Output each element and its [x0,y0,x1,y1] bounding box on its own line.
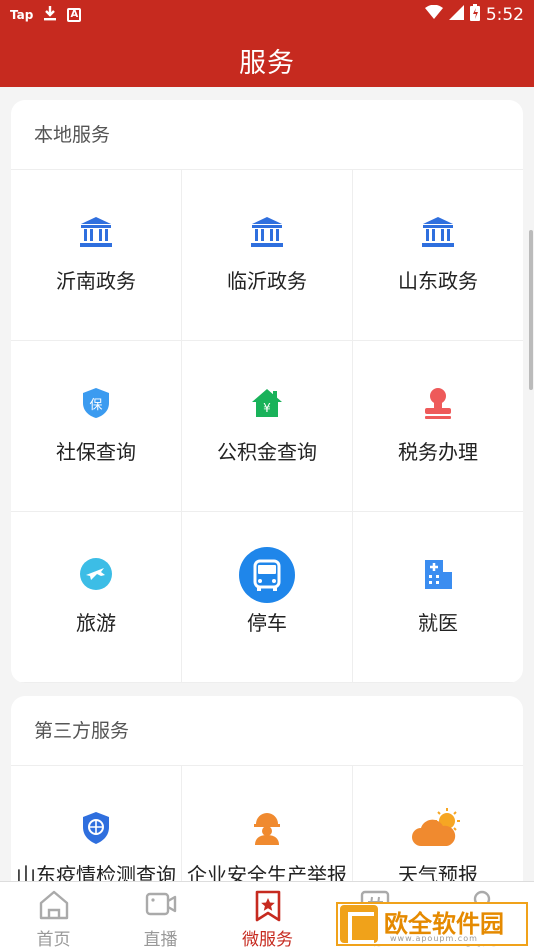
page-title: 服务 [239,48,295,79]
government-building-icon [418,212,458,252]
service-item-tax[interactable]: 税务办理 [353,341,523,512]
service-item-weather[interactable]: 天气预报 [353,766,523,896]
local-services-card: 本地服务 沂南政务 临沂政务 山东政务 保 社保查询 ¥ 公积金查询 税务办理 … [11,100,523,683]
tab-label: 直播 [143,930,178,950]
home-icon [38,890,70,924]
service-label: 社保查询 [56,440,136,464]
battery-icon [469,4,480,26]
service-item-medical[interactable]: 就医 [353,512,523,683]
safety-worker-icon [247,808,287,848]
tab-label: 首页 [36,930,71,950]
third-party-services-card: 第三方服务 山东疫情检测查询 企业安全生产举报 天气预报 [11,696,523,896]
watermark-url: www.apoupm.com [390,934,478,943]
service-item-safety-report[interactable]: 企业安全生产举报 [182,766,353,896]
download-icon [43,5,57,24]
parking-bus-icon [238,546,296,604]
tab-home[interactable]: 首页 [0,882,107,950]
svg-text:¥: ¥ [263,401,271,415]
status-bar: Tap A 5:52 [0,0,534,28]
svg-text:保: 保 [89,398,102,413]
weather-cloud-sun-icon [410,808,466,848]
social-security-shield-icon: 保 [76,383,116,423]
clock: 5:52 [485,5,524,25]
service-label: 临沂政务 [227,269,307,293]
service-label: 旅游 [76,611,116,635]
hospital-building-icon [418,554,458,594]
service-label: 山东政务 [398,269,478,293]
tap-indicator: Tap [10,7,34,22]
section-title-local-services: 本地服务 [11,100,523,170]
epidemic-check-shield-icon [76,808,116,848]
service-item-travel[interactable]: 旅游 [11,512,182,683]
service-item-housing-fund[interactable]: ¥ 公积金查询 [182,341,353,512]
service-label: 公积金查询 [217,440,317,464]
tab-label: 微服务 [242,930,293,950]
watermark: 欧全软件园 www.apoupm.com [336,902,528,946]
travel-plane-icon [76,554,116,594]
a-box-icon: A [67,7,82,22]
tab-micro-service[interactable]: 微服务 [214,882,321,950]
watermark-logo-icon [340,905,378,944]
service-label: 就医 [418,611,458,635]
service-label: 税务办理 [398,440,478,464]
housing-fund-house-icon: ¥ [247,383,287,423]
service-label: 停车 [247,611,287,635]
service-item-social-security[interactable]: 保 社保查询 [11,341,182,512]
service-item-parking[interactable]: 停车 [182,512,353,683]
video-camera-icon [145,890,177,922]
wifi-icon [424,4,443,25]
tab-live[interactable]: 直播 [107,882,214,950]
service-item-linyi-government[interactable]: 临沂政务 [182,170,353,341]
bookmark-star-icon [254,890,282,926]
service-item-epidemic-check[interactable]: 山东疫情检测查询 [11,766,182,896]
app-bar: 服务 [0,28,534,87]
tax-stamp-icon [418,383,458,423]
section-title-third-party-services: 第三方服务 [11,696,523,766]
service-item-shandong-government[interactable]: 山东政务 [353,170,523,341]
service-item-yinan-government[interactable]: 沂南政务 [11,170,182,341]
government-building-icon [76,212,116,252]
scrollbar-thumb[interactable] [529,230,533,390]
signal-icon [448,5,464,25]
government-building-icon [247,212,287,252]
service-label: 沂南政务 [56,269,136,293]
